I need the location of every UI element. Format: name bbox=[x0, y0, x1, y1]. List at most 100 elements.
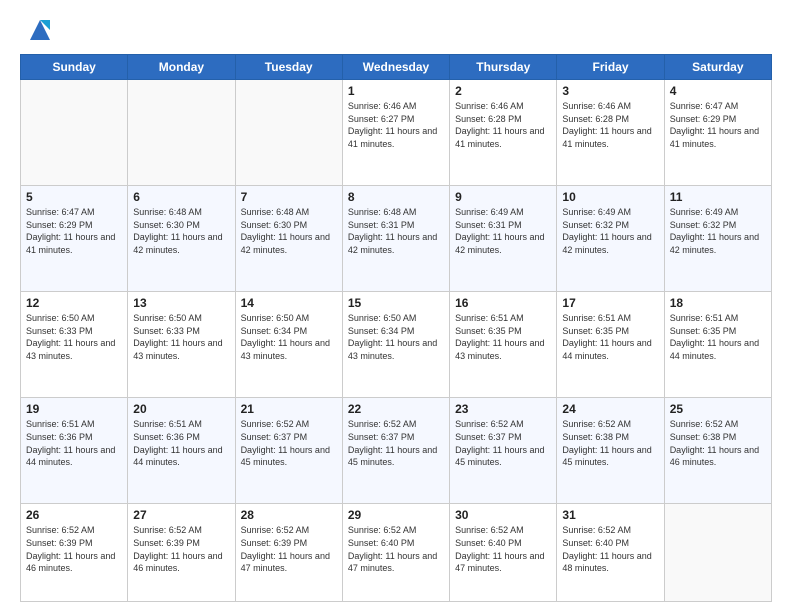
day-number: 4 bbox=[670, 84, 766, 98]
day-number: 8 bbox=[348, 190, 444, 204]
cell-info: Sunrise: 6:52 AM Sunset: 6:40 PM Dayligh… bbox=[562, 524, 658, 574]
cell-info: Sunrise: 6:52 AM Sunset: 6:37 PM Dayligh… bbox=[455, 418, 551, 468]
calendar-cell: 5 Sunrise: 6:47 AM Sunset: 6:29 PM Daylig… bbox=[21, 186, 128, 292]
calendar-cell: 18Sunrise: 6:51 AM Sunset: 6:35 PM Dayli… bbox=[664, 292, 771, 398]
day-number: 29 bbox=[348, 508, 444, 522]
day-number: 18 bbox=[670, 296, 766, 310]
day-number: 12 bbox=[26, 296, 122, 310]
calendar-cell: 28 Sunrise: 6:52 AM Sunset: 6:39 PM Dayli… bbox=[235, 504, 342, 602]
calendar-cell: 27 Sunrise: 6:52 AM Sunset: 6:39 PM Dayli… bbox=[128, 504, 235, 602]
calendar-cell: 10 Sunrise: 6:49 AM Sunset: 6:32 PM Dayli… bbox=[557, 186, 664, 292]
col-header-tuesday: Tuesday bbox=[235, 55, 342, 80]
cell-info: Sunrise: 6:48 AM Sunset: 6:30 PM Dayligh… bbox=[133, 206, 229, 256]
cell-info: Sunrise: 6:52 AM Sunset: 6:38 PM Dayligh… bbox=[562, 418, 658, 468]
calendar-cell: 20 Sunrise: 6:51 AM Sunset: 6:36 PM Dayli… bbox=[128, 398, 235, 504]
cell-info: Sunrise: 6:47 AM Sunset: 6:29 PM Dayligh… bbox=[26, 206, 122, 256]
day-number: 3 bbox=[562, 84, 658, 98]
day-number: 26 bbox=[26, 508, 122, 522]
calendar-cell: 6 Sunrise: 6:48 AM Sunset: 6:30 PM Daylig… bbox=[128, 186, 235, 292]
day-number: 24 bbox=[562, 402, 658, 416]
day-number: 27 bbox=[133, 508, 229, 522]
calendar-cell: 2Sunrise: 6:46 AM Sunset: 6:28 PM Daylig… bbox=[450, 80, 557, 186]
day-number: 2 bbox=[455, 84, 551, 98]
cell-info: Sunrise: 6:48 AM Sunset: 6:31 PM Dayligh… bbox=[348, 206, 444, 256]
calendar-cell: 15 Sunrise: 6:50 AM Sunset: 6:34 PM Dayli… bbox=[342, 292, 449, 398]
cell-info: Sunrise: 6:48 AM Sunset: 6:30 PM Dayligh… bbox=[241, 206, 337, 256]
calendar-cell: 1Sunrise: 6:46 AM Sunset: 6:27 PM Daylig… bbox=[342, 80, 449, 186]
calendar-week-4: 19Sunrise: 6:51 AM Sunset: 6:36 PM Dayli… bbox=[21, 398, 772, 504]
cell-info: Sunrise: 6:52 AM Sunset: 6:39 PM Dayligh… bbox=[241, 524, 337, 574]
day-number: 6 bbox=[133, 190, 229, 204]
calendar-cell: 3 Sunrise: 6:46 AM Sunset: 6:28 PM Daylig… bbox=[557, 80, 664, 186]
col-header-saturday: Saturday bbox=[664, 55, 771, 80]
day-number: 31 bbox=[562, 508, 658, 522]
cell-info: Sunrise: 6:52 AM Sunset: 6:37 PM Dayligh… bbox=[241, 418, 337, 468]
day-number: 23 bbox=[455, 402, 551, 416]
day-number: 15 bbox=[348, 296, 444, 310]
cell-info: Sunrise: 6:50 AM Sunset: 6:34 PM Dayligh… bbox=[348, 312, 444, 362]
calendar-header-row: SundayMondayTuesdayWednesdayThursdayFrid… bbox=[21, 55, 772, 80]
col-header-sunday: Sunday bbox=[21, 55, 128, 80]
logo-icon bbox=[26, 16, 54, 44]
day-number: 9 bbox=[455, 190, 551, 204]
calendar-cell: 11 Sunrise: 6:49 AM Sunset: 6:32 PM Dayli… bbox=[664, 186, 771, 292]
cell-info: Sunrise: 6:50 AM Sunset: 6:33 PM Dayligh… bbox=[133, 312, 229, 362]
cell-info: Sunrise: 6:52 AM Sunset: 6:40 PM Dayligh… bbox=[455, 524, 551, 574]
calendar-week-5: 26 Sunrise: 6:52 AM Sunset: 6:39 PM Dayli… bbox=[21, 504, 772, 602]
cell-info: Sunrise: 6:52 AM Sunset: 6:39 PM Dayligh… bbox=[26, 524, 122, 574]
day-number: 5 bbox=[26, 190, 122, 204]
logo bbox=[20, 16, 54, 44]
day-number: 22 bbox=[348, 402, 444, 416]
day-number: 20 bbox=[133, 402, 229, 416]
calendar-cell: 25 Sunrise: 6:52 AM Sunset: 6:38 PM Dayli… bbox=[664, 398, 771, 504]
calendar-cell: 7 Sunrise: 6:48 AM Sunset: 6:30 PM Daylig… bbox=[235, 186, 342, 292]
calendar-cell bbox=[235, 80, 342, 186]
day-number: 17 bbox=[562, 296, 658, 310]
day-number: 28 bbox=[241, 508, 337, 522]
calendar-cell: 9 Sunrise: 6:49 AM Sunset: 6:31 PM Daylig… bbox=[450, 186, 557, 292]
cell-info: Sunrise: 6:49 AM Sunset: 6:32 PM Dayligh… bbox=[670, 206, 766, 256]
day-number: 10 bbox=[562, 190, 658, 204]
cell-info: Sunrise: 6:52 AM Sunset: 6:37 PM Dayligh… bbox=[348, 418, 444, 468]
calendar-cell: 29Sunrise: 6:52 AM Sunset: 6:40 PM Dayli… bbox=[342, 504, 449, 602]
calendar-cell: 14 Sunrise: 6:50 AM Sunset: 6:34 PM Dayli… bbox=[235, 292, 342, 398]
day-number: 7 bbox=[241, 190, 337, 204]
cell-info: Sunrise: 6:50 AM Sunset: 6:34 PM Dayligh… bbox=[241, 312, 337, 362]
calendar-cell: 30 Sunrise: 6:52 AM Sunset: 6:40 PM Dayli… bbox=[450, 504, 557, 602]
calendar-cell: 4 Sunrise: 6:47 AM Sunset: 6:29 PM Daylig… bbox=[664, 80, 771, 186]
calendar-cell: 22 Sunrise: 6:52 AM Sunset: 6:37 PM Dayli… bbox=[342, 398, 449, 504]
day-number: 14 bbox=[241, 296, 337, 310]
cell-info: Sunrise: 6:49 AM Sunset: 6:32 PM Dayligh… bbox=[562, 206, 658, 256]
cell-info: Sunrise: 6:49 AM Sunset: 6:31 PM Dayligh… bbox=[455, 206, 551, 256]
calendar-week-2: 5 Sunrise: 6:47 AM Sunset: 6:29 PM Daylig… bbox=[21, 186, 772, 292]
calendar-cell bbox=[128, 80, 235, 186]
calendar-cell: 21 Sunrise: 6:52 AM Sunset: 6:37 PM Dayli… bbox=[235, 398, 342, 504]
day-number: 30 bbox=[455, 508, 551, 522]
cell-info: Sunrise: 6:51 AM Sunset: 6:35 PM Dayligh… bbox=[455, 312, 551, 362]
cell-info: Sunrise: 6:52 AM Sunset: 6:39 PM Dayligh… bbox=[133, 524, 229, 574]
day-number: 25 bbox=[670, 402, 766, 416]
calendar-cell: 16Sunrise: 6:51 AM Sunset: 6:35 PM Dayli… bbox=[450, 292, 557, 398]
col-header-thursday: Thursday bbox=[450, 55, 557, 80]
page: SundayMondayTuesdayWednesdayThursdayFrid… bbox=[0, 0, 792, 612]
day-number: 13 bbox=[133, 296, 229, 310]
header bbox=[20, 16, 772, 44]
cell-info: Sunrise: 6:46 AM Sunset: 6:28 PM Dayligh… bbox=[562, 100, 658, 150]
cell-info: Sunrise: 6:51 AM Sunset: 6:36 PM Dayligh… bbox=[133, 418, 229, 468]
cell-info: Sunrise: 6:51 AM Sunset: 6:36 PM Dayligh… bbox=[26, 418, 122, 468]
calendar-cell: 31 Sunrise: 6:52 AM Sunset: 6:40 PM Dayli… bbox=[557, 504, 664, 602]
calendar-cell: 19Sunrise: 6:51 AM Sunset: 6:36 PM Dayli… bbox=[21, 398, 128, 504]
cell-info: Sunrise: 6:46 AM Sunset: 6:27 PM Dayligh… bbox=[348, 100, 444, 150]
calendar-cell: 26 Sunrise: 6:52 AM Sunset: 6:39 PM Dayli… bbox=[21, 504, 128, 602]
cell-info: Sunrise: 6:47 AM Sunset: 6:29 PM Dayligh… bbox=[670, 100, 766, 150]
calendar-cell: 13 Sunrise: 6:50 AM Sunset: 6:33 PM Dayli… bbox=[128, 292, 235, 398]
calendar-cell bbox=[664, 504, 771, 602]
col-header-friday: Friday bbox=[557, 55, 664, 80]
calendar-cell: 17 Sunrise: 6:51 AM Sunset: 6:35 PM Dayli… bbox=[557, 292, 664, 398]
col-header-wednesday: Wednesday bbox=[342, 55, 449, 80]
day-number: 11 bbox=[670, 190, 766, 204]
day-number: 21 bbox=[241, 402, 337, 416]
cell-info: Sunrise: 6:52 AM Sunset: 6:38 PM Dayligh… bbox=[670, 418, 766, 468]
calendar-cell: 23 Sunrise: 6:52 AM Sunset: 6:37 PM Dayli… bbox=[450, 398, 557, 504]
cell-info: Sunrise: 6:51 AM Sunset: 6:35 PM Dayligh… bbox=[562, 312, 658, 362]
